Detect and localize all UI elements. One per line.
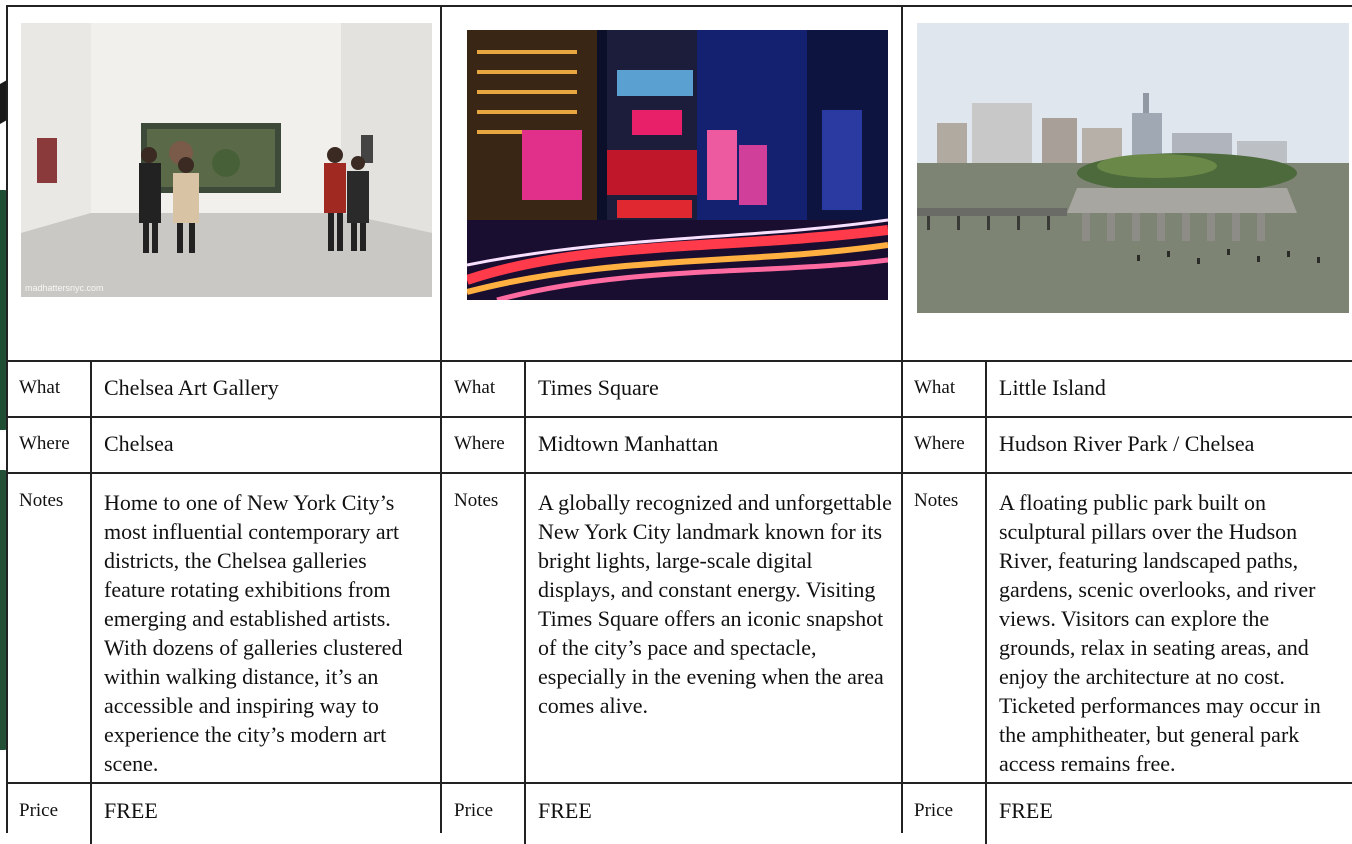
row-where: Where Chelsea — [8, 418, 440, 474]
attraction-card-times-square: What Times Square Where Midtown Manhatta… — [440, 5, 904, 844]
price-value: FREE — [999, 798, 1053, 823]
photo-cell — [903, 7, 1352, 362]
attraction-card-little-island: What Little Island Where Hudson River Pa… — [901, 5, 1352, 844]
attraction-card-chelsea-gallery: madhattersnyc.com What Chelsea Art Galle… — [6, 5, 442, 844]
notes-value: A globally recognized and unforgettable … — [538, 490, 892, 718]
row-what: What Chelsea Art Gallery — [8, 362, 440, 418]
notes-label: Notes — [8, 474, 92, 782]
where-label: Where — [903, 418, 987, 472]
photo-watermark: madhattersnyc.com — [25, 283, 104, 293]
row-price: Price FREE — [903, 784, 1352, 844]
row-where: Where Hudson River Park / Chelsea — [903, 418, 1352, 474]
price-value: FREE — [104, 798, 158, 823]
where-label: Where — [8, 418, 92, 472]
attractions-table: madhattersnyc.com What Chelsea Art Galle… — [6, 5, 1352, 844]
where-value: Chelsea — [104, 431, 174, 456]
times-square-photo — [467, 30, 888, 300]
notes-value: A floating public park built on sculptur… — [999, 490, 1321, 776]
notes-value: Home to one of New York City’s most infl… — [104, 490, 403, 776]
row-notes: Notes A globally recognized and unforget… — [442, 474, 902, 784]
little-island-photo — [917, 23, 1349, 313]
price-value: FREE — [538, 798, 592, 823]
row-what: What Little Island — [903, 362, 1352, 418]
row-notes: Notes Home to one of New York City’s mos… — [8, 474, 440, 784]
row-notes: Notes A floating public park built on sc… — [903, 474, 1352, 784]
row-price: Price FREE — [442, 784, 902, 844]
what-label: What — [442, 362, 526, 416]
notes-label: Notes — [903, 474, 987, 782]
notes-label: Notes — [442, 474, 526, 782]
what-value: Little Island — [999, 375, 1106, 400]
row-price: Price FREE — [8, 784, 440, 844]
price-label: Price — [442, 784, 526, 844]
price-label: Price — [8, 784, 92, 844]
row-what: What Times Square — [442, 362, 902, 418]
row-where: Where Midtown Manhattan — [442, 418, 902, 474]
what-value: Times Square — [538, 375, 659, 400]
where-label: Where — [442, 418, 526, 472]
what-label: What — [903, 362, 987, 416]
where-value: Hudson River Park / Chelsea — [999, 431, 1255, 456]
what-label: What — [8, 362, 92, 416]
what-value: Chelsea Art Gallery — [104, 375, 279, 400]
photo-cell: madhattersnyc.com — [8, 7, 440, 362]
gallery-photo: madhattersnyc.com — [21, 23, 432, 297]
where-value: Midtown Manhattan — [538, 431, 719, 456]
photo-cell — [442, 7, 902, 362]
price-label: Price — [903, 784, 987, 844]
